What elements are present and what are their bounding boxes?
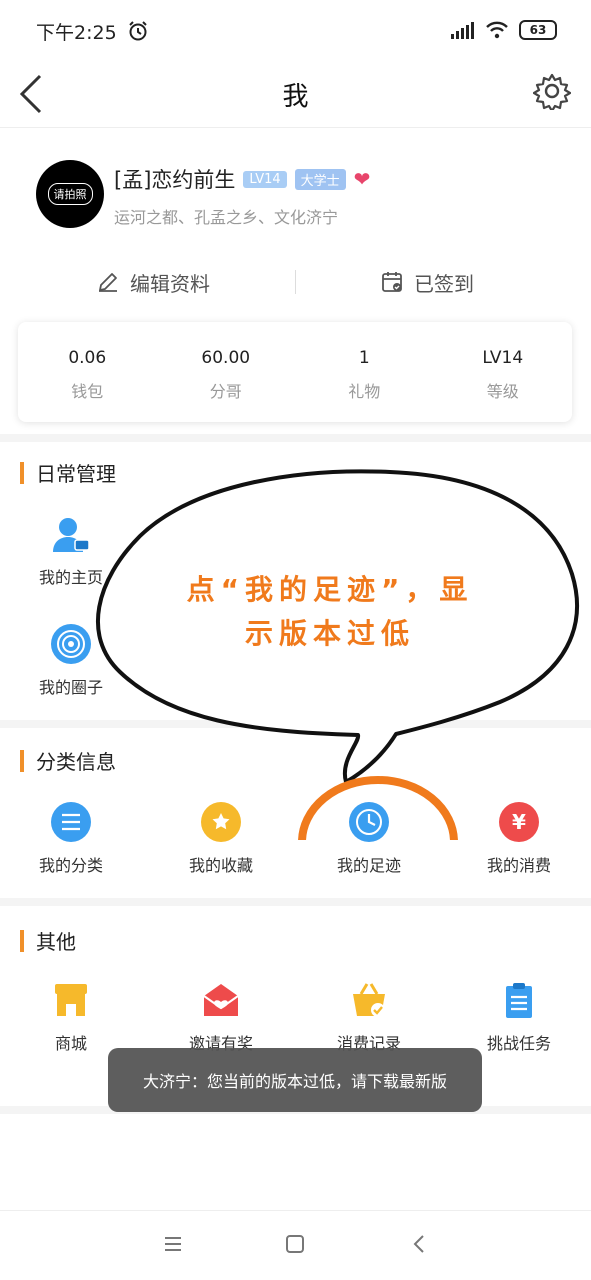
divider: [295, 270, 296, 294]
stat-gifts[interactable]: 1 礼物: [295, 322, 434, 422]
stat-value: 0.06: [68, 348, 107, 368]
yen-icon: ¥: [499, 802, 539, 842]
section-title-other: 其他: [20, 926, 76, 955]
envelope-heart-icon: [201, 980, 241, 1020]
stat-label: 等级: [486, 382, 519, 401]
profile-actions: 编辑资料 已签到: [0, 262, 591, 302]
level-tag: LV14: [243, 170, 287, 188]
sign-in-label: 已签到: [414, 271, 474, 296]
menu-item-homepage[interactable]: 我的主页: [6, 514, 136, 588]
section-title-daily: 日常管理: [20, 458, 116, 487]
battery-icon: 63: [519, 20, 557, 40]
menu-item-label: 我的主页: [38, 568, 103, 587]
username-row: [孟]恋约前生 LV14 大学士 ❤: [114, 164, 370, 194]
section-gap: [0, 898, 591, 906]
wifi-icon: [486, 21, 508, 39]
system-navigation-bar: [0, 1210, 591, 1280]
heart-badge-icon: ❤: [353, 167, 371, 191]
menu-item-circle[interactable]: 我的圈子: [6, 624, 136, 698]
star-box-icon: [201, 802, 241, 842]
shop-icon: [51, 980, 91, 1020]
menu-item-label: 我的足迹: [336, 856, 401, 875]
user-card-icon: [51, 514, 91, 554]
stat-level[interactable]: LV14 等级: [434, 322, 573, 422]
stat-label: 分哥: [209, 382, 242, 401]
nav-bar: 我: [0, 62, 591, 128]
status-bar: 下午2:25 63: [0, 0, 591, 62]
status-time: 下午2:25: [36, 21, 117, 44]
annotation-text: 点“我的足迹”，显 示版本过低: [150, 568, 510, 656]
stat-label: 钱包: [71, 382, 104, 401]
stat-points[interactable]: 60.00 分哥: [157, 322, 296, 422]
username: [孟]恋约前生: [114, 168, 236, 192]
stat-label: 礼物: [348, 382, 381, 401]
stats-card: 0.06 钱包 60.00 分哥 1 礼物 LV14 等级: [18, 322, 572, 422]
home-square-icon[interactable]: [284, 1233, 306, 1255]
target-circle-icon: [51, 624, 91, 664]
stat-value: LV14: [482, 348, 524, 368]
annotation-line-2: 示版本过低: [244, 617, 415, 650]
battery-level: 63: [529, 23, 547, 37]
gear-icon[interactable]: [533, 72, 571, 110]
edit-profile-button[interactable]: 编辑资料: [96, 262, 210, 302]
annotation-line-1: 点“我的足迹”，显: [186, 573, 474, 606]
signal-icon: [451, 22, 474, 39]
section-gap: [0, 720, 591, 728]
clock-icon: [349, 802, 389, 842]
alarm-icon: [128, 21, 147, 41]
user-description: 运河之都、孔孟之乡、文化济宁: [114, 208, 339, 227]
pencil-icon: [99, 273, 117, 292]
menu-item-label: 我的收藏: [188, 856, 253, 875]
avatar[interactable]: 请拍照: [36, 160, 104, 228]
menu-item-label: 我的分类: [38, 856, 103, 875]
menu-icon[interactable]: [162, 1233, 184, 1255]
basket-icon: [349, 980, 389, 1020]
stat-value: 60.00: [201, 348, 251, 368]
stat-value: 1: [358, 348, 370, 368]
menu-item-favorites[interactable]: 我的收藏: [156, 802, 286, 876]
menu-item-consumption[interactable]: ¥ 我的消费: [454, 802, 584, 876]
menu-item-challenge[interactable]: 挑战任务: [454, 980, 584, 1054]
menu-item-invite[interactable]: 邀请有奖: [156, 980, 286, 1054]
menu-item-label: 我的圈子: [38, 678, 103, 697]
page-title: 我: [282, 82, 309, 112]
toast-message: 大济宁：您当前的版本过低，请下载最新版: [108, 1048, 482, 1112]
calendar-check-icon: [382, 272, 402, 292]
stat-wallet[interactable]: 0.06 钱包: [18, 322, 157, 422]
avatar-text: 请拍照: [47, 183, 93, 205]
menu-item-label: 我的消费: [486, 856, 551, 875]
list-icon: [51, 802, 91, 842]
back-icon[interactable]: [408, 1233, 430, 1255]
menu-item-shop[interactable]: 商城: [6, 980, 136, 1054]
edit-profile-label: 编辑资料: [130, 271, 210, 296]
section-gap: [0, 434, 591, 442]
menu-item-records[interactable]: 消费记录: [304, 980, 434, 1054]
section-title-category: 分类信息: [20, 746, 116, 775]
menu-item-my-category[interactable]: 我的分类: [6, 802, 136, 876]
menu-item-footprint[interactable]: 我的足迹: [304, 802, 434, 876]
sign-in-button[interactable]: 已签到: [380, 262, 474, 302]
clipboard-icon: [499, 980, 539, 1020]
edu-tag: 大学士: [294, 168, 346, 190]
profile-header[interactable]: 请拍照 [孟]恋约前生 LV14 大学士 ❤ 运河之都、孔孟之乡、文化济宁: [36, 160, 556, 230]
